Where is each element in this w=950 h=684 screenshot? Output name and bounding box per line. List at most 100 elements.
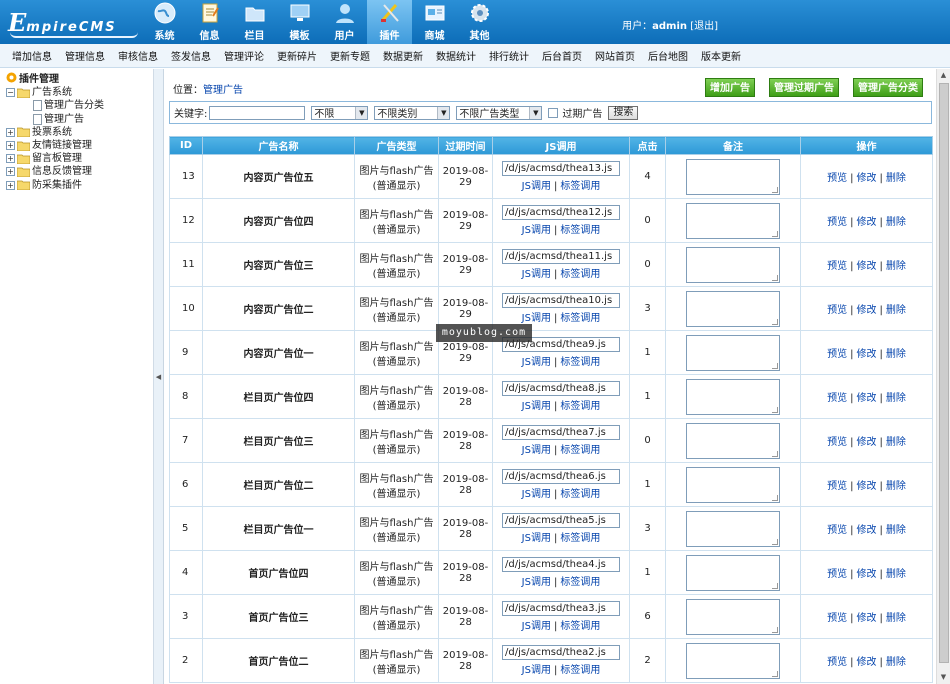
- menubar-item[interactable]: 排行统计: [489, 48, 529, 63]
- topnav-item-7[interactable]: 商城: [412, 0, 457, 44]
- search-button[interactable]: 搜索: [608, 105, 639, 120]
- preview-link[interactable]: 预览: [827, 437, 847, 448]
- preview-link[interactable]: 预览: [827, 261, 847, 272]
- vertical-scrollbar[interactable]: ▲ ▼: [936, 69, 950, 684]
- expand-icon[interactable]: +: [6, 141, 15, 151]
- expand-icon[interactable]: +: [6, 127, 15, 137]
- menubar-item[interactable]: 网站首页: [595, 48, 635, 63]
- memo-textarea[interactable]: [686, 158, 780, 195]
- menubar-item[interactable]: 后台首页: [542, 48, 582, 63]
- js-call-link[interactable]: JS调用: [522, 489, 551, 500]
- js-call-link[interactable]: JS调用: [522, 225, 551, 236]
- menubar-item[interactable]: 更新专题: [330, 48, 370, 63]
- js-path-field[interactable]: /d/js/acmsd/thea12.js: [502, 205, 620, 220]
- edit-link[interactable]: 修改: [857, 261, 877, 272]
- js-path-field[interactable]: /d/js/acmsd/thea3.js: [502, 601, 620, 616]
- js-call-link[interactable]: JS调用: [522, 577, 551, 588]
- delete-link[interactable]: 删除: [886, 217, 906, 228]
- memo-textarea[interactable]: [686, 334, 780, 371]
- menubar-item[interactable]: 数据更新: [383, 48, 423, 63]
- edit-link[interactable]: 修改: [857, 437, 877, 448]
- js-call-link[interactable]: JS调用: [522, 357, 551, 368]
- topnav-item-8[interactable]: 其他: [457, 0, 502, 44]
- preview-link[interactable]: 预览: [827, 657, 847, 668]
- tree-leaf[interactable]: 管理广告: [6, 113, 153, 126]
- breadcrumb-link[interactable]: 管理广告: [203, 85, 243, 96]
- js-path-field[interactable]: /d/js/acmsd/thea11.js: [502, 249, 620, 264]
- tree-leaf[interactable]: 管理广告分类: [6, 99, 153, 112]
- js-call-link[interactable]: JS调用: [522, 445, 551, 456]
- memo-textarea[interactable]: [686, 378, 780, 415]
- preview-link[interactable]: 预览: [827, 349, 847, 360]
- delete-link[interactable]: 删除: [886, 173, 906, 184]
- tree-group[interactable]: + 信息反馈管理: [6, 165, 153, 178]
- category-select[interactable]: 不限类别 ▼: [374, 105, 451, 120]
- scroll-down-icon[interactable]: ▼: [937, 671, 950, 684]
- ad-type-select[interactable]: 不限广告类型 ▼: [456, 105, 543, 120]
- memo-textarea[interactable]: [686, 202, 780, 239]
- scroll-up-icon[interactable]: ▲: [937, 69, 950, 82]
- memo-textarea[interactable]: [686, 598, 780, 635]
- tag-call-link[interactable]: 标签调用: [560, 225, 600, 236]
- menubar-item[interactable]: 版本更新: [701, 48, 741, 63]
- tag-call-link[interactable]: 标签调用: [560, 489, 600, 500]
- js-call-link[interactable]: JS调用: [522, 269, 551, 280]
- js-call-link[interactable]: JS调用: [522, 621, 551, 632]
- tag-call-link[interactable]: 标签调用: [560, 665, 600, 676]
- js-call-link[interactable]: JS调用: [522, 665, 551, 676]
- preview-link[interactable]: 预览: [827, 305, 847, 316]
- delete-link[interactable]: 删除: [886, 261, 906, 272]
- topnav-item-5[interactable]: 用户: [322, 0, 367, 44]
- edit-link[interactable]: 修改: [857, 173, 877, 184]
- topnav-item-1[interactable]: 系统: [142, 0, 187, 44]
- expand-icon[interactable]: +: [6, 154, 15, 164]
- edit-link[interactable]: 修改: [857, 525, 877, 536]
- tag-call-link[interactable]: 标签调用: [560, 313, 600, 324]
- logout-link[interactable]: [退出]: [690, 21, 718, 32]
- edit-link[interactable]: 修改: [857, 349, 877, 360]
- preview-link[interactable]: 预览: [827, 613, 847, 624]
- memo-textarea[interactable]: [686, 246, 780, 283]
- menubar-item[interactable]: 增加信息: [12, 48, 52, 63]
- tree-group[interactable]: + 防采集插件: [6, 179, 153, 192]
- memo-textarea[interactable]: [686, 554, 780, 591]
- scroll-thumb[interactable]: [939, 83, 949, 663]
- memo-textarea[interactable]: [686, 422, 780, 459]
- topnav-item-6[interactable]: 插件: [367, 0, 412, 44]
- topnav-item-4[interactable]: 模板: [277, 0, 322, 44]
- tree-root[interactable]: 插件管理: [6, 72, 153, 86]
- edit-link[interactable]: 修改: [857, 613, 877, 624]
- delete-link[interactable]: 删除: [886, 525, 906, 536]
- tag-call-link[interactable]: 标签调用: [560, 269, 600, 280]
- expand-icon[interactable]: +: [6, 167, 15, 177]
- collapse-icon[interactable]: −: [6, 88, 15, 98]
- edit-link[interactable]: 修改: [857, 481, 877, 492]
- tag-call-link[interactable]: 标签调用: [560, 357, 600, 368]
- keyword-input[interactable]: [209, 105, 306, 120]
- tree-group[interactable]: − 广告系统: [6, 86, 153, 99]
- memo-textarea[interactable]: [686, 290, 780, 327]
- js-call-link[interactable]: JS调用: [522, 181, 551, 192]
- delete-link[interactable]: 删除: [886, 481, 906, 492]
- tag-call-link[interactable]: 标签调用: [560, 401, 600, 412]
- js-call-link[interactable]: JS调用: [522, 401, 551, 412]
- topnav-item-2[interactable]: 信息: [187, 0, 232, 44]
- edit-link[interactable]: 修改: [857, 657, 877, 668]
- js-call-link[interactable]: JS调用: [522, 533, 551, 544]
- memo-textarea[interactable]: [686, 466, 780, 503]
- manage-expired-ads-button[interactable]: 管理过期广告: [769, 78, 839, 97]
- js-path-field[interactable]: /d/js/acmsd/thea6.js: [502, 469, 620, 484]
- edit-link[interactable]: 修改: [857, 305, 877, 316]
- delete-link[interactable]: 删除: [886, 613, 906, 624]
- edit-link[interactable]: 修改: [857, 393, 877, 404]
- js-path-field[interactable]: /d/js/acmsd/thea8.js: [502, 381, 620, 396]
- menubar-item[interactable]: 审核信息: [118, 48, 158, 63]
- menubar-item[interactable]: 更新碎片: [277, 48, 317, 63]
- tag-call-link[interactable]: 标签调用: [560, 577, 600, 588]
- delete-link[interactable]: 删除: [886, 437, 906, 448]
- memo-textarea[interactable]: [686, 510, 780, 547]
- tree-group[interactable]: + 友情链接管理: [6, 139, 153, 152]
- tag-call-link[interactable]: 标签调用: [560, 533, 600, 544]
- delete-link[interactable]: 删除: [886, 393, 906, 404]
- delete-link[interactable]: 删除: [886, 349, 906, 360]
